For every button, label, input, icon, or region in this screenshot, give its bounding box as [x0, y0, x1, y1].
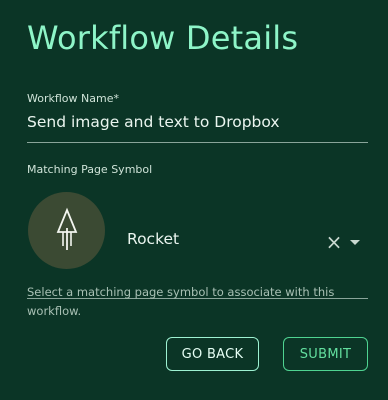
page-symbol-helper-text: Select a matching page symbol to associa…	[27, 285, 335, 318]
workflow-name-label: Workflow Name*	[27, 92, 119, 105]
workflow-name-input[interactable]: Send image and text to Dropbox	[27, 112, 368, 143]
caret-down-icon[interactable]	[348, 233, 362, 251]
rocket-icon	[56, 207, 77, 250]
page-symbol-field: Matching Page Symbol Rocket ×	[27, 163, 368, 299]
workflow-name-field[interactable]: Workflow Name* Send image and text to Dr…	[27, 92, 368, 143]
go-back-button[interactable]: GO BACK	[166, 337, 259, 371]
selected-symbol-value: Rocket	[127, 230, 180, 248]
page-title: Workflow Details	[27, 19, 299, 57]
page-symbol-label: Matching Page Symbol	[27, 163, 153, 176]
close-icon[interactable]: ×	[325, 232, 343, 252]
symbol-avatar	[28, 192, 105, 269]
submit-button[interactable]: SUBMIT	[283, 337, 368, 371]
